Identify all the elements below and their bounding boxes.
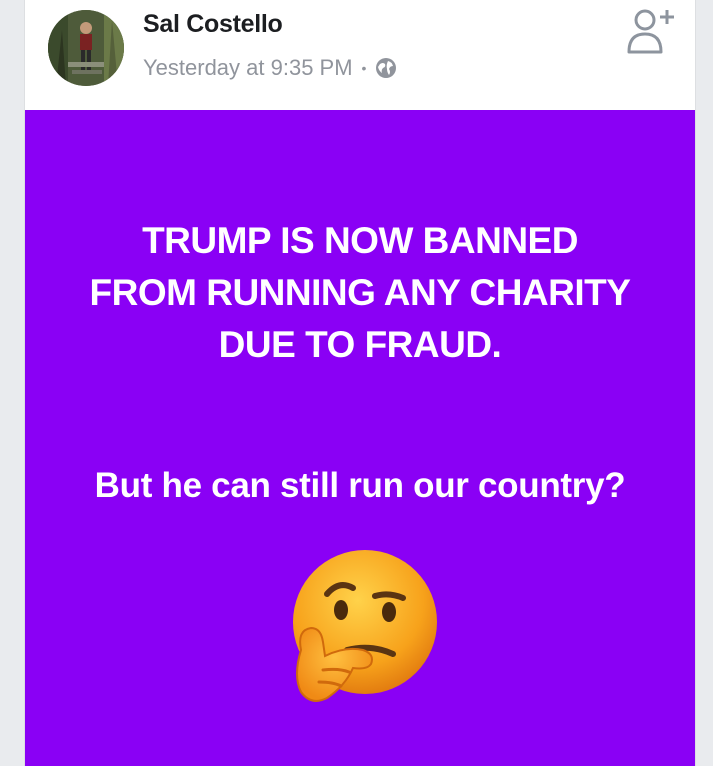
thinking-face-emoji bbox=[293, 550, 437, 702]
avatar[interactable] bbox=[48, 10, 124, 86]
add-friend-icon[interactable] bbox=[625, 6, 679, 56]
globe-icon[interactable] bbox=[375, 57, 397, 79]
author-name[interactable]: Sal Costello bbox=[143, 10, 283, 39]
avatar-image bbox=[48, 10, 124, 86]
post-question: But he can still run our country? bbox=[94, 466, 626, 505]
post-card: Sal Costello Yesterday at 9:35 PM • TRUM… bbox=[24, 0, 696, 766]
post-header: Sal Costello Yesterday at 9:35 PM • bbox=[25, 0, 695, 110]
post-headline: TRUMP IS NOW BANNED FROM RUNNING ANY CHA… bbox=[25, 215, 695, 371]
post-timestamp[interactable]: Yesterday at 9:35 PM bbox=[143, 55, 353, 81]
headline-line: DUE TO FRAUD. bbox=[218, 324, 502, 365]
meta-separator: • bbox=[361, 60, 367, 76]
post-background-panel: TRUMP IS NOW BANNED FROM RUNNING ANY CHA… bbox=[25, 110, 695, 766]
headline-line: FROM RUNNING ANY CHARITY bbox=[89, 272, 631, 313]
headline-line: TRUMP IS NOW BANNED bbox=[142, 220, 578, 261]
post-meta: Yesterday at 9:35 PM • bbox=[143, 55, 397, 81]
